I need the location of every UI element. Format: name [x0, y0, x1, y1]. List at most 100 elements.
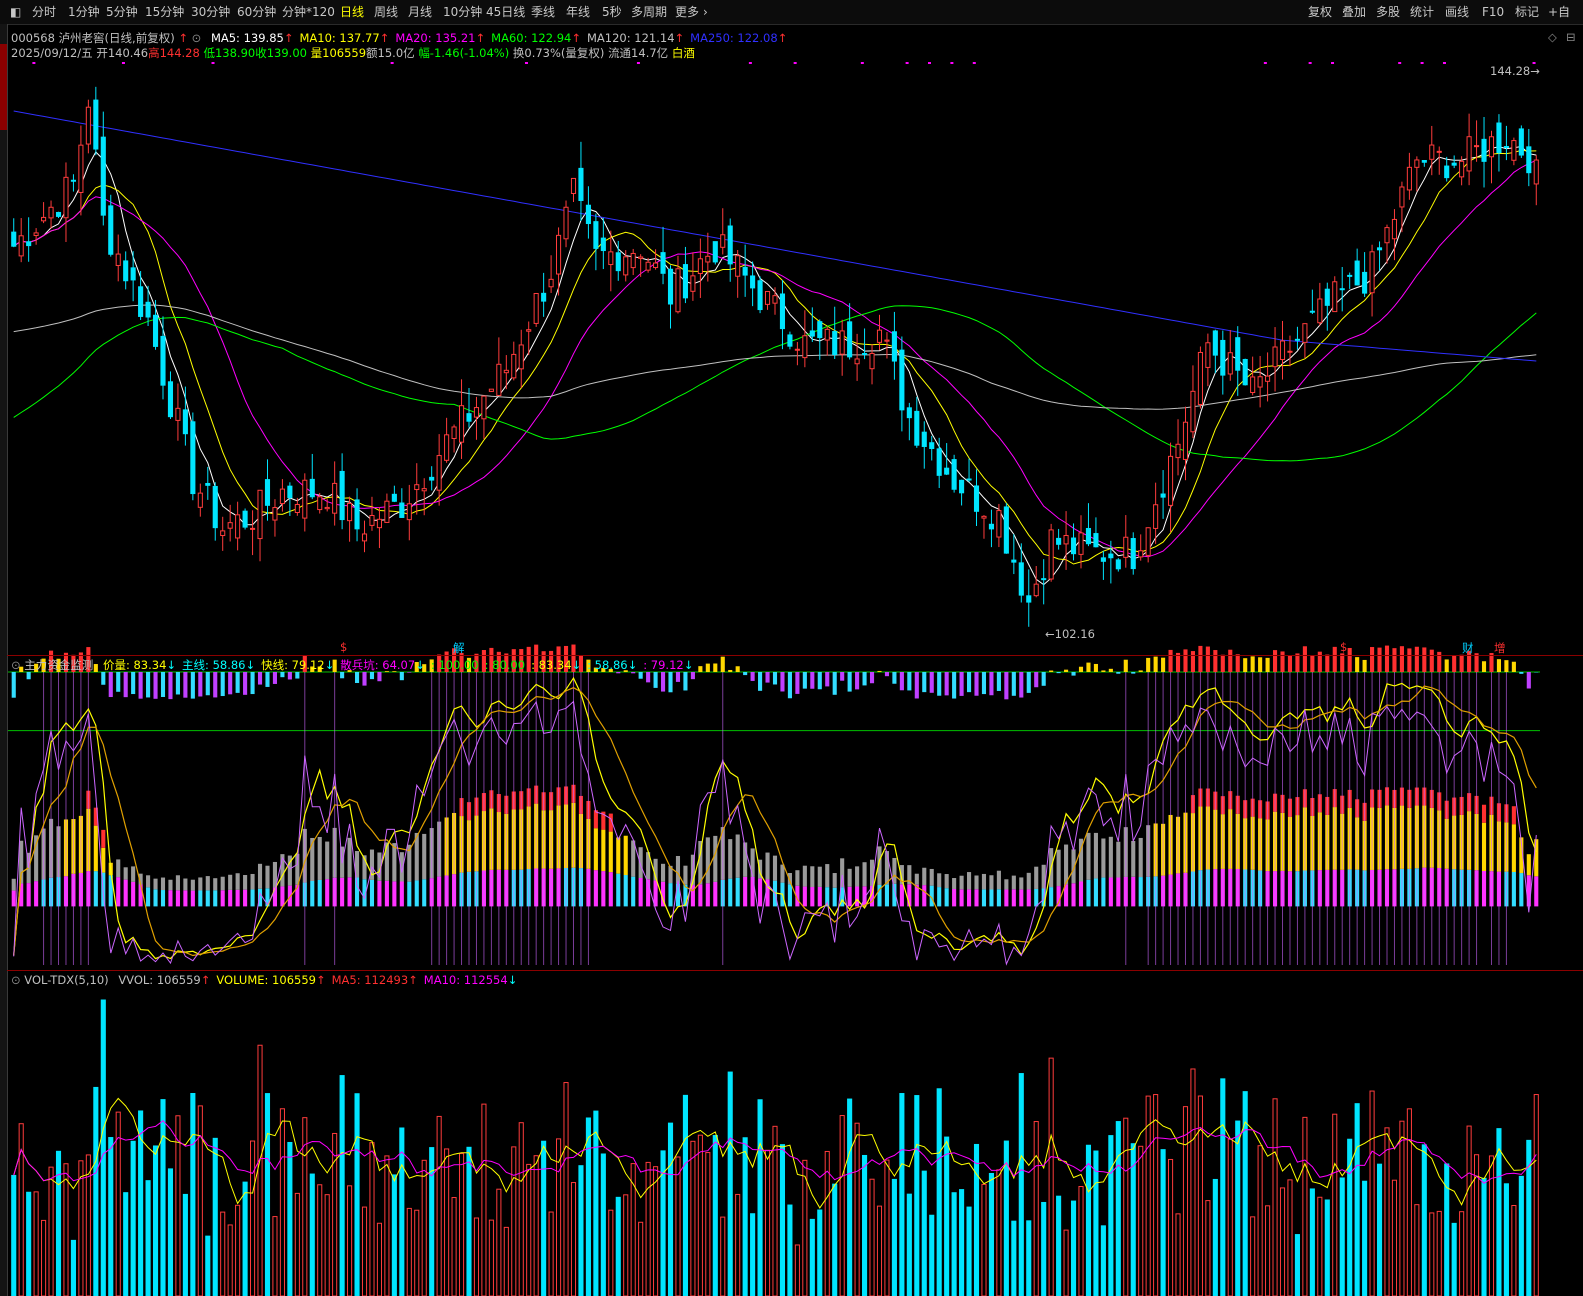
candle-body — [227, 522, 233, 529]
volume-bar — [1123, 1117, 1129, 1296]
info-close: 收139.00 — [255, 46, 307, 60]
candle-body — [488, 388, 494, 392]
candle-body — [720, 234, 726, 248]
volume-toggle-icon[interactable]: ⊙ — [11, 973, 21, 987]
signal-dot — [950, 62, 954, 64]
volume-bar — [421, 1159, 427, 1296]
volume-bar — [988, 1172, 994, 1296]
stack-bar-base — [153, 889, 158, 907]
stack-bar-base — [735, 877, 740, 907]
volume-bar — [458, 1153, 465, 1296]
event-marker-dividend[interactable]: $ — [340, 640, 347, 654]
volume-indicator-name[interactable]: VOL-TDX(5,10) — [24, 973, 108, 987]
stack-bar-mid — [817, 866, 822, 887]
candle-body — [1220, 339, 1226, 376]
volume-bar — [294, 1192, 300, 1296]
candle-body — [1063, 534, 1069, 545]
candle-body — [832, 331, 838, 355]
volume-bar — [653, 1166, 659, 1296]
legend-value: : 83.34 — [531, 658, 572, 672]
volume-bar — [541, 1140, 547, 1296]
event-marker-unlock[interactable]: 解 — [453, 640, 465, 656]
volume-bar — [914, 1095, 920, 1296]
stack-bar-mid — [966, 872, 972, 890]
flow-bar-down — [138, 672, 143, 699]
stack-bar-mid — [608, 831, 613, 873]
flow-bar-up — [1481, 661, 1487, 672]
stack-bar-base — [623, 875, 628, 907]
stack-bar-base — [705, 883, 710, 907]
volume-bar — [436, 1115, 442, 1296]
flow-bar-down — [884, 672, 890, 677]
event-marker-increase[interactable]: 增 — [1494, 640, 1506, 656]
candle-body — [1138, 550, 1144, 558]
stack-bar-base — [593, 870, 598, 907]
volume-bar — [1481, 1177, 1487, 1296]
stack-bar-base — [884, 884, 890, 907]
stack-bar-base — [638, 877, 643, 907]
volume-bar — [742, 1137, 748, 1296]
stack-bar-mid — [1534, 839, 1539, 877]
stack-bar-base — [1093, 878, 1098, 907]
candle-body — [1168, 455, 1174, 506]
info-turnover: 换0.73%(量复权) — [512, 46, 605, 60]
pane-divider[interactable] — [7, 970, 1583, 971]
flow-bar-down — [1131, 672, 1136, 674]
stack-bar-mid — [1116, 841, 1121, 878]
volume-bar — [735, 1193, 741, 1296]
event-marker-finance[interactable]: 财 — [1462, 640, 1474, 656]
candle-body — [1429, 144, 1435, 160]
indicator-name[interactable]: 主力资金监测 — [24, 658, 93, 672]
flow-bar-down — [653, 672, 658, 688]
flow-bar-up — [728, 669, 733, 672]
stack-bar-mid — [250, 873, 255, 890]
stack-bar-base — [728, 878, 733, 907]
candle-body — [473, 407, 480, 418]
stack-bar-base — [325, 879, 330, 907]
legend-value: MA5: 112493 — [331, 973, 409, 987]
candle-body — [145, 301, 151, 318]
indicator-toggle-icon[interactable]: ⊙ — [11, 658, 21, 672]
candle-body — [1496, 122, 1502, 154]
stack-bar-top — [1511, 806, 1516, 825]
expand-icon[interactable]: ◇ — [1548, 30, 1557, 44]
legend-arrow: ↓ — [166, 658, 177, 672]
candle-body — [929, 442, 935, 450]
candle-body — [854, 358, 860, 365]
flow-bar-up — [1295, 653, 1300, 672]
flow-bar-down — [758, 672, 763, 691]
stack-bar-mid — [1481, 822, 1487, 871]
volume-bar — [578, 1165, 584, 1296]
stack-bar-base — [1108, 877, 1113, 907]
event-marker-dividend-2[interactable]: $ — [1340, 640, 1347, 654]
flow-bar-down — [1116, 672, 1121, 674]
stack-bar-mid — [593, 828, 598, 871]
stack-bar-base — [250, 889, 255, 907]
dropdown-circle-icon[interactable]: ⊙ — [192, 31, 202, 45]
info-sector: 白酒 — [671, 46, 695, 60]
candle-body — [235, 514, 241, 539]
volume-bar — [339, 1075, 345, 1296]
volume-bar — [563, 1082, 569, 1296]
flow-bar-down — [862, 672, 867, 686]
legend-value: MA10: 112554 — [423, 973, 508, 987]
stack-bar-base — [168, 890, 173, 907]
candle-body — [167, 381, 174, 418]
volume-bar — [891, 1178, 897, 1296]
volume-bar — [1265, 1205, 1271, 1296]
flow-bar-down — [675, 672, 681, 682]
signal-dot — [972, 62, 976, 64]
stack-bar-top — [101, 829, 106, 848]
stack-bar-base — [280, 886, 285, 907]
flow-bar-up — [1049, 670, 1054, 672]
collapse-icon[interactable]: ⊟ — [1566, 30, 1576, 44]
stack-bar-base — [377, 880, 382, 907]
stack-bar-base — [11, 890, 16, 907]
pane-divider[interactable] — [7, 655, 1583, 656]
legend-value: MA10: 137.77 — [299, 31, 380, 45]
volume-bar — [899, 1093, 905, 1296]
volume-bar — [518, 1122, 524, 1296]
volume-bar — [720, 1216, 726, 1296]
volume-bar — [936, 1088, 942, 1296]
flow-bar-down — [795, 672, 800, 694]
